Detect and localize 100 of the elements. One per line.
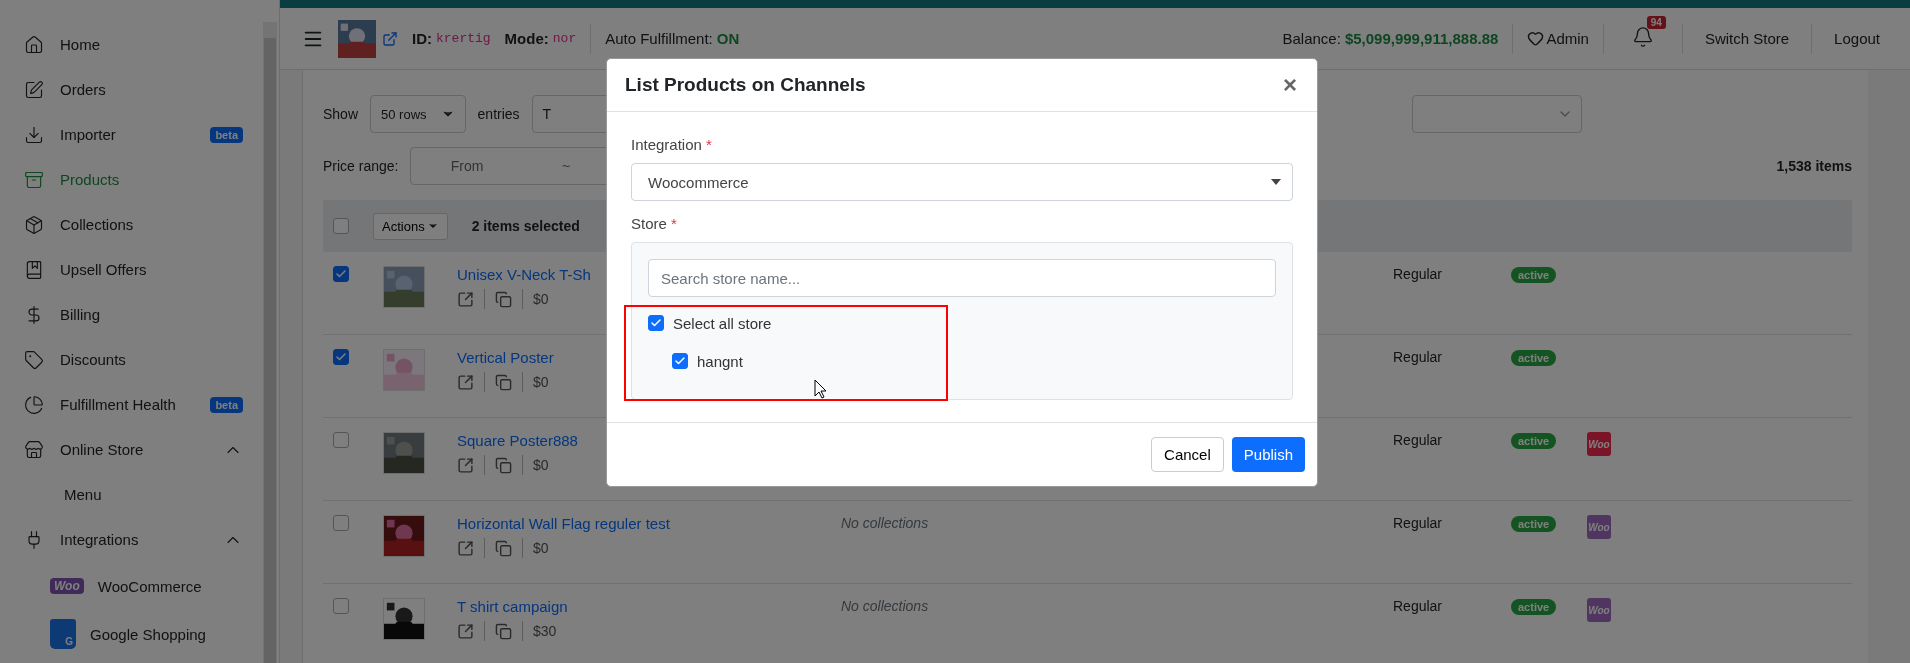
sidebar-item-icon — [24, 349, 44, 370]
checkbox-label: Select all store — [673, 314, 772, 332]
external-link-icon[interactable] — [457, 622, 474, 640]
checkbox[interactable] — [333, 598, 349, 614]
external-link-icon[interactable] — [382, 30, 398, 47]
product-type: Regular — [1393, 349, 1443, 365]
beta-badge: beta — [210, 396, 243, 413]
notification-count: 94 — [1646, 16, 1666, 29]
sidebar-label: Orders — [60, 81, 107, 98]
sidebar-label: WooCommerce — [97, 577, 202, 595]
notification-bell-icon[interactable] — [1631, 26, 1654, 48]
copy-icon[interactable] — [495, 456, 512, 474]
sidebar-item-icon — [24, 259, 44, 280]
checkbox[interactable] — [333, 432, 349, 448]
sidebar-item[interactable]: Fulfillment Health beta — [0, 382, 263, 427]
sidebar-item-icon — [24, 439, 44, 460]
cancel-button[interactable]: Cancel — [1151, 437, 1224, 472]
check-icon — [335, 268, 347, 280]
sidebar-item[interactable]: Collections — [0, 202, 263, 247]
sidebar-item[interactable]: Billing — [0, 292, 263, 337]
modal-title: List Products on Channels — [625, 74, 866, 96]
sidebar-label: Collections — [60, 216, 135, 233]
auto-fulfillment-value: ON — [716, 30, 740, 47]
publish-button[interactable]: Publish — [1231, 437, 1305, 472]
sidebar-subitem[interactable]: Woo WooCommerce — [0, 562, 263, 610]
product-price: $30 — [533, 623, 557, 639]
status-badge: active — [1511, 599, 1557, 615]
sidebar-item[interactable]: Orders — [0, 67, 263, 112]
checkbox[interactable] — [672, 353, 688, 369]
status-badge: active — [1511, 433, 1557, 449]
woo-logo: Woo — [1587, 598, 1611, 622]
id-label: ID: — [412, 30, 432, 47]
mode-value: nor — [552, 31, 577, 46]
check-icon — [650, 317, 662, 329]
woo-logo: Woo — [50, 578, 84, 594]
sidebar-item-icon — [24, 169, 44, 190]
switch-store-link[interactable]: Switch Store — [1696, 30, 1798, 47]
sidebar-item[interactable]: Importer beta — [0, 112, 263, 157]
price-range-label: Price range: — [323, 158, 399, 174]
copy-icon[interactable] — [495, 373, 512, 391]
sidebar-item-icon — [24, 79, 44, 100]
balance-label: Balance: — [1282, 30, 1341, 47]
status-badge: active — [1511, 267, 1557, 283]
sidebar-label: Discounts — [60, 351, 127, 368]
sidebar-item-icon — [24, 34, 44, 55]
checkbox[interactable] — [333, 349, 349, 365]
sidebar-label: Billing — [60, 306, 102, 323]
external-link-icon[interactable] — [457, 539, 474, 557]
sidebar-item[interactable]: Upsell Offers — [0, 247, 263, 292]
external-link-icon[interactable] — [457, 373, 474, 391]
copy-icon[interactable] — [495, 290, 512, 308]
scrollbar[interactable] — [263, 22, 277, 663]
woo-logo: Woo — [1587, 515, 1611, 539]
store-logo: G — [50, 619, 76, 649]
caret-icon — [1270, 178, 1282, 186]
search-field[interactable]: Search store name... — [648, 259, 1276, 297]
integration-label: Integration * — [631, 136, 713, 153]
external-link-icon[interactable] — [457, 290, 474, 308]
sidebar-label: Integrations — [60, 531, 140, 548]
sidebar-label: Menu — [64, 486, 102, 503]
product-type: Regular — [1393, 598, 1443, 614]
woo-logo: Woo — [1587, 432, 1611, 456]
heart-icon — [1527, 30, 1545, 47]
sidebar-label: Home — [60, 36, 101, 53]
checkbox[interactable] — [333, 218, 349, 234]
integration-select[interactable]: Woocommerce — [631, 163, 1293, 201]
sidebar-item-icon — [24, 394, 44, 415]
check-icon — [674, 355, 686, 367]
sidebar-item[interactable]: Discounts — [0, 337, 263, 382]
entries-label: entries — [477, 106, 520, 122]
product-price: $0 — [533, 457, 549, 473]
mode-label: Mode: — [504, 30, 549, 47]
logout-link[interactable]: Logout — [1826, 30, 1888, 47]
close-button[interactable]: × — [1279, 73, 1301, 97]
sidebar-item[interactable]: Home — [0, 22, 263, 67]
sidebar-label: Fulfillment Health — [60, 396, 177, 413]
product-name-link[interactable]: Horizontal Wall Flag reguler test — [457, 515, 841, 532]
product-name-link[interactable]: T shirt campaign — [457, 598, 841, 615]
external-link-icon[interactable] — [457, 456, 474, 474]
sidebar-item[interactable]: Products — [0, 157, 263, 202]
status-badge: active — [1511, 516, 1557, 532]
beta-badge: beta — [210, 126, 243, 143]
product-type: Regular — [1393, 432, 1443, 448]
sidebar-label: Upsell Offers — [60, 261, 148, 278]
rows-select[interactable]: 50 rows — [370, 95, 466, 133]
sidebar-item-icon — [24, 124, 44, 145]
store-label: Store * — [631, 215, 678, 232]
sidebar-item[interactable]: Integrations — [0, 517, 263, 562]
actions-button[interactable]: Actions — [373, 212, 448, 240]
copy-icon[interactable] — [495, 622, 512, 640]
sidebar-subitem[interactable]: Menu — [0, 472, 263, 517]
checkbox[interactable] — [648, 315, 664, 331]
checkbox[interactable] — [333, 515, 349, 531]
copy-icon[interactable] — [495, 539, 512, 557]
checkbox[interactable] — [333, 266, 349, 282]
sidebar-label: Products — [60, 171, 121, 188]
sidebar-subitem[interactable]: G Google Shopping — [0, 610, 263, 658]
product-type: Regular — [1393, 515, 1443, 531]
sidebar-item[interactable]: Online Store — [0, 427, 263, 472]
product-price: $0 — [533, 540, 549, 556]
